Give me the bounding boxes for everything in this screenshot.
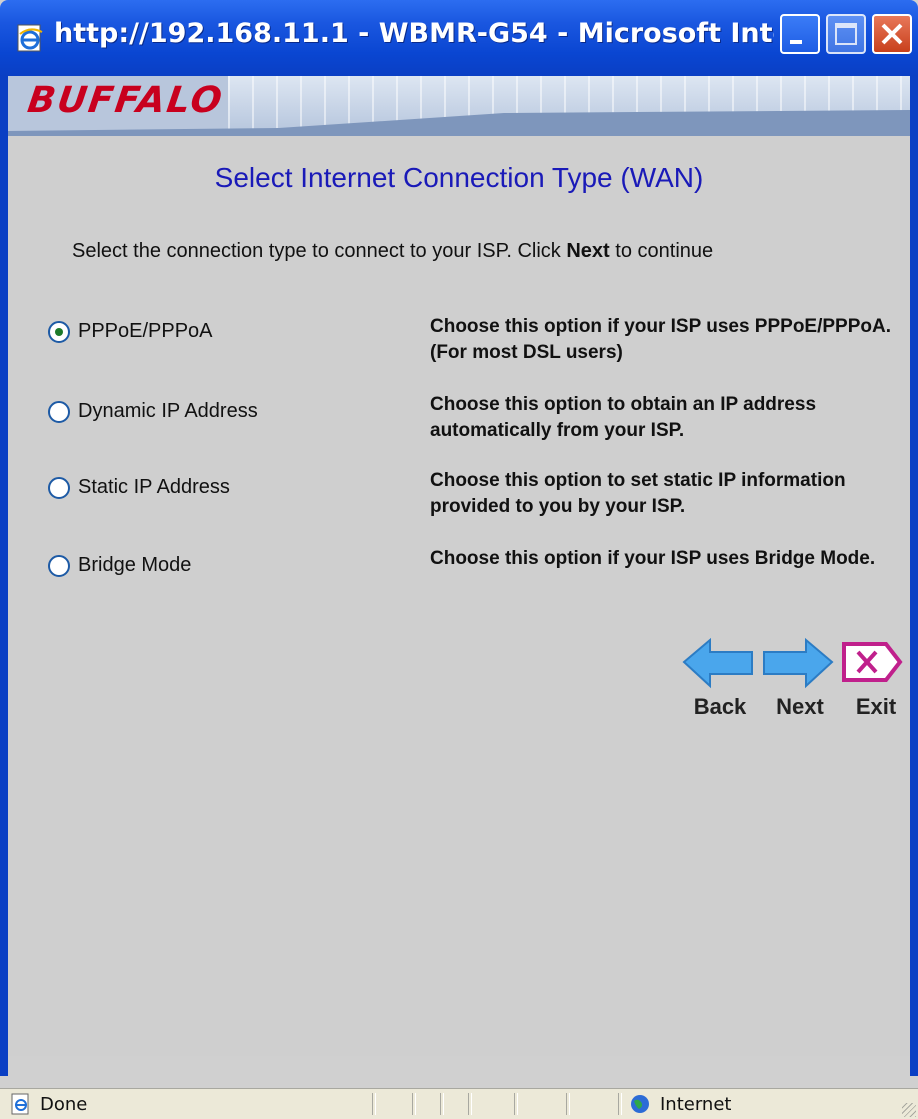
window-title: http://192.168.11.1 - WBMR-G54 - Microso… [54,18,774,49]
close-icon [881,23,903,45]
option-description: Choose this option if your ISP uses Brid… [430,548,876,569]
maximize-button[interactable] [826,14,866,54]
buffalo-logo: BUFFALO [25,80,227,121]
radio-static-ip[interactable] [48,476,70,499]
radio-dynamic-ip[interactable] [48,400,70,423]
title-bar[interactable]: http://192.168.11.1 - WBMR-G54 - Microso… [0,0,918,76]
close-button[interactable] [872,14,912,54]
option-label: Bridge Mode [78,554,192,576]
status-text: Done [40,1094,88,1115]
ie-page-icon [17,24,43,52]
status-separator [412,1093,416,1115]
page-title: Select Internet Connection Type (WAN) [214,162,704,193]
exit-label: Exit [855,694,897,719]
back-button[interactable]: Back [680,634,760,734]
status-separator [440,1093,444,1115]
window-frame-right [910,76,918,1076]
next-label: Next [776,694,824,719]
next-arrow-icon [763,637,834,689]
header-banner: BUFFALO [8,76,910,136]
radio-bridge-mode[interactable] [48,554,70,577]
option-static-ip[interactable]: Static IP Address [48,476,230,499]
internet-globe-icon [631,1095,649,1113]
minimize-icon [790,40,802,44]
status-separator [514,1093,518,1115]
ie-page-icon [11,1093,29,1115]
status-separator [468,1093,472,1115]
window-frame-left [0,76,8,1076]
back-arrow-icon [682,637,753,689]
back-label: Back [693,694,747,719]
next-button[interactable]: Next [760,634,840,734]
option-label: Static IP Address [78,476,230,498]
option-bridge-mode[interactable]: Bridge Mode [48,554,191,577]
maximize-icon [835,23,857,45]
zone-text: Internet [660,1094,732,1115]
radio-pppoe[interactable] [48,320,70,343]
minimize-button[interactable] [780,14,820,54]
option-description: Choose this option to set static IP info… [430,470,846,517]
instruction-before: Select the connection type to connect to… [72,240,567,262]
resize-grip[interactable] [902,1103,916,1117]
option-dynamic-ip[interactable]: Dynamic IP Address [48,400,258,423]
exit-button[interactable]: Exit [836,634,916,734]
instruction-after: to continue [609,240,714,262]
status-separator [618,1093,622,1115]
instruction-text: Select the connection type to connect to… [72,240,713,263]
status-bar: Done Internet [0,1088,918,1119]
browser-window: http://192.168.11.1 - WBMR-G54 - Microso… [0,0,918,1119]
option-description: Choose this option to obtain an IP addre… [430,394,817,441]
status-separator [372,1093,376,1115]
option-label: PPPoE/PPPoA [78,320,213,342]
exit-icon [842,642,903,682]
status-separator [566,1093,570,1115]
option-label: Dynamic IP Address [78,400,258,422]
main-content: Select Internet Connection Type (WAN) Se… [8,136,910,1056]
option-description: Choose this option if your ISP uses PPPo… [430,316,892,363]
option-pppoe[interactable]: PPPoE/PPPoA [48,320,213,343]
instruction-bold: Next [566,240,610,262]
